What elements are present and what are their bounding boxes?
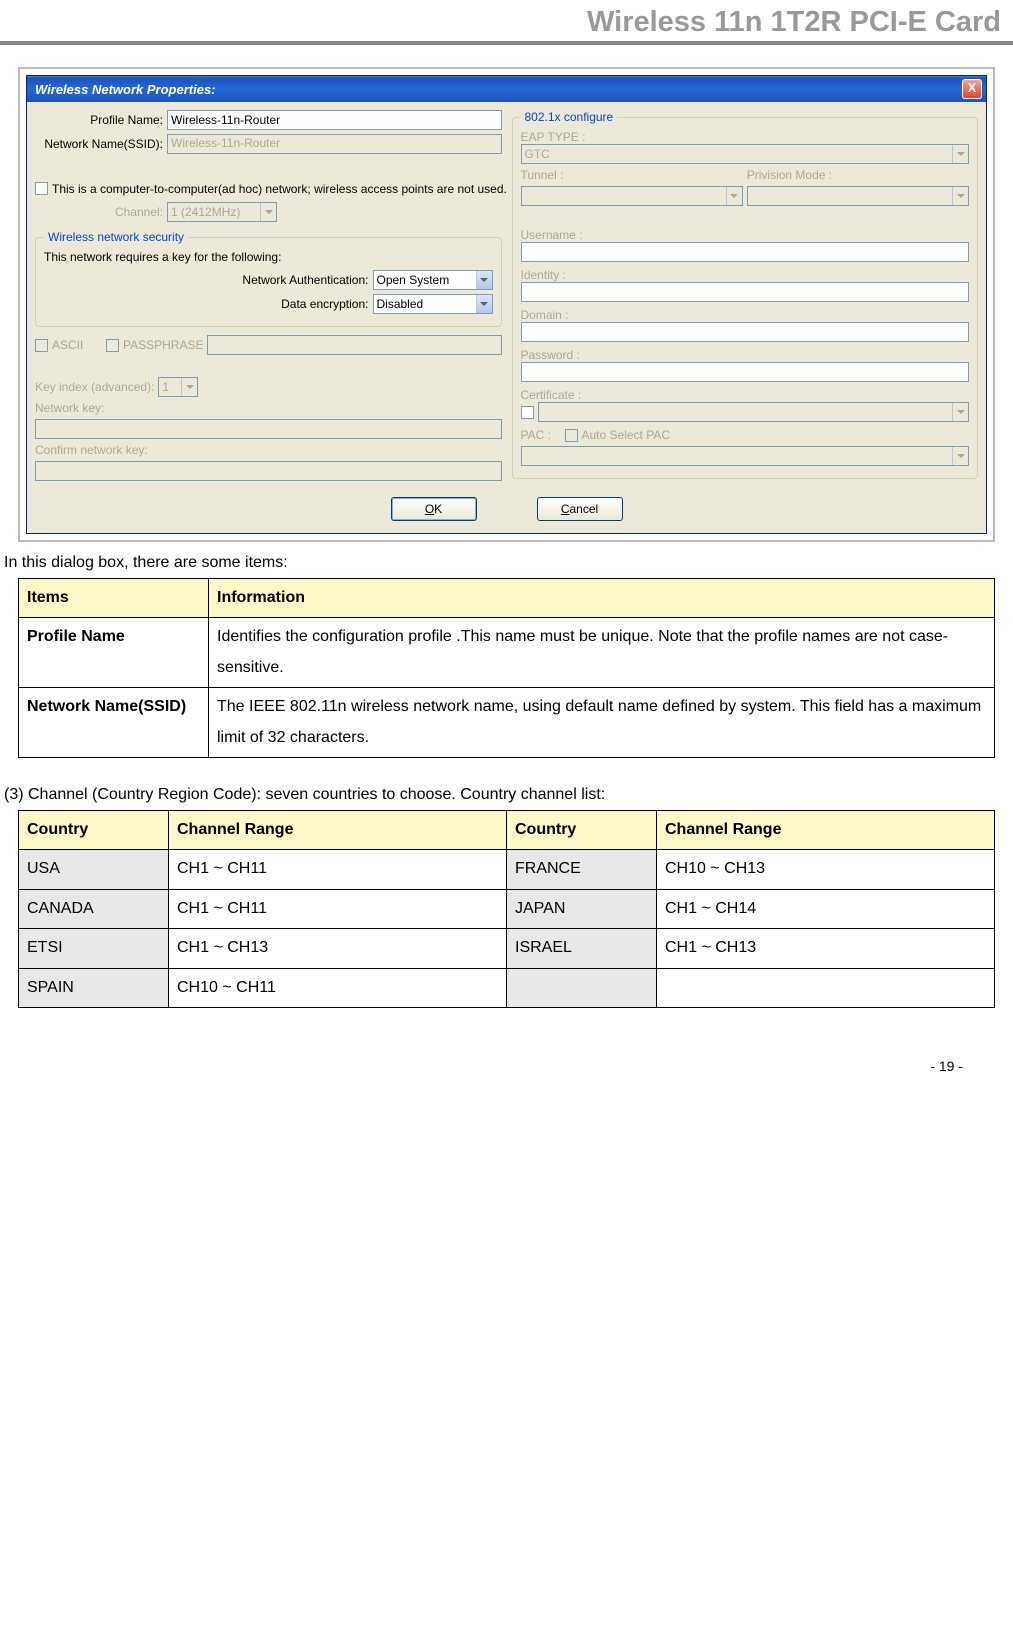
ssid-label: Network Name(SSID): [35,137,163,151]
keyindex-select: 1 [158,377,198,397]
table-row: USA CH1 ~ CH11 FRANCE CH10 ~ CH13 [19,850,995,889]
table-row: Profile Name Identifies the configuratio… [19,618,995,688]
passphrase-checkbox [106,339,119,352]
eap-value: GTC [525,147,550,161]
auth-label: Network Authentication: [44,273,369,287]
chevron-down-icon [952,187,968,205]
chevron-down-icon[interactable] [476,271,492,289]
items-header-1: Items [19,579,209,618]
page-header: Wireless 11n 1T2R PCI-E Card [0,0,1013,45]
security-note: This network requires a key for the foll… [44,250,493,264]
encryption-label: Data encryption: [44,297,369,311]
button-row: OK Cancel [27,489,986,533]
pac-label: PAC : [521,428,561,442]
certificate-select [538,402,970,422]
username-label: Username : [521,228,970,242]
provision-label: Privision Mode : [747,168,969,182]
ok-button[interactable]: OK [391,497,477,521]
section3-text: (3) Channel (Country Region Code): seven… [4,786,1013,804]
item-info: The IEEE 802.11n wireless network name, … [209,688,995,758]
8021x-group: 802.1x configure EAP TYPE : GTC Tunnel :… [512,110,979,479]
adhoc-checkbox[interactable] [35,182,48,195]
page-title: Wireless 11n 1T2R PCI-E Card [0,6,1001,39]
autopac-checkbox [565,429,578,442]
titlebar: Wireless Network Properties: X [27,76,986,102]
chevron-down-icon [260,203,276,221]
table-row: Network Name(SSID) The IEEE 802.11n wire… [19,688,995,758]
profile-name-label: Profile Name: [35,113,163,127]
keyindex-value: 1 [162,380,169,394]
right-pane: 802.1x configure EAP TYPE : GTC Tunnel :… [512,110,979,487]
item-name: Network Name(SSID) [19,688,209,758]
channel-select: 1 (2412MHz) [167,202,277,222]
auth-select[interactable]: Open System [373,270,493,290]
ssid-input: Wireless-11n-Router [167,134,502,154]
screenshot-frame: Wireless Network Properties: X Profile N… [18,67,995,542]
close-icon[interactable]: X [962,79,982,99]
autopac-label: Auto Select PAC [582,428,671,442]
certificate-label: Certificate : [521,388,970,402]
passphrase-input [207,335,501,355]
adhoc-label: This is a computer-to-computer(ad hoc) n… [52,182,507,196]
passphrase-label: PASSPHRASE [123,338,203,352]
tunnel-select [521,186,743,206]
identity-input [521,282,970,302]
username-input [521,242,970,262]
eap-select: GTC [521,144,970,164]
chevron-down-icon [952,447,968,465]
networkkey-label: Network key: [35,401,104,415]
channel-label: Channel: [35,205,163,219]
chevron-down-icon[interactable] [476,295,492,313]
8021x-legend: 802.1x configure [521,110,618,124]
channel-table: Country Channel Range Country Channel Ra… [18,810,995,1008]
confirmkey-label: Confirm network key: [35,443,148,457]
domain-label: Domain : [521,308,970,322]
chevron-down-icon [952,145,968,163]
dialog-title: Wireless Network Properties: [35,82,216,97]
chevron-down-icon [952,403,968,421]
security-legend: Wireless network security [44,230,188,244]
channel-value: 1 (2412MHz) [171,205,240,219]
pac-select [521,446,970,466]
security-group: Wireless network security This network r… [35,230,502,327]
certificate-checkbox [521,406,534,419]
confirmkey-input [35,461,502,481]
items-table: Items Information Profile Name Identifie… [18,578,995,758]
item-info: Identifies the configuration profile .Th… [209,618,995,688]
encryption-select[interactable]: Disabled [373,294,493,314]
wireless-properties-dialog: Wireless Network Properties: X Profile N… [26,75,987,534]
password-input [521,362,970,382]
chevron-down-icon [181,378,197,396]
ascii-checkbox [35,339,48,352]
ch-h3: Country [507,810,657,849]
password-label: Password : [521,348,970,362]
profile-name-input[interactable] [167,110,502,130]
table-row: SPAIN CH10 ~ CH11 [19,968,995,1007]
ch-h1: Country [19,810,169,849]
provision-select [747,186,969,206]
networkkey-input [35,419,502,439]
encryption-value: Disabled [377,297,424,311]
table-row: ETSI CH1 ~ CH13 ISRAEL CH1 ~ CH13 [19,929,995,968]
table-row: CANADA CH1 ~ CH11 JAPAN CH1 ~ CH14 [19,889,995,928]
page-number: - 19 - [0,1008,1013,1074]
auth-value: Open System [377,273,450,287]
items-header-2: Information [209,579,995,618]
intro-text: In this dialog box, there are some items… [4,554,1013,572]
eap-label: EAP TYPE : [521,130,970,144]
keyindex-label: Key index (advanced): [35,380,154,394]
tunnel-label: Tunnel : [521,168,743,182]
ascii-label: ASCII [52,338,102,352]
ch-h4: Channel Range [657,810,995,849]
cancel-button[interactable]: Cancel [537,497,623,521]
chevron-down-icon [726,187,742,205]
item-name: Profile Name [19,618,209,688]
ch-h2: Channel Range [169,810,507,849]
domain-input [521,322,970,342]
left-pane: Profile Name: Network Name(SSID): Wirele… [35,110,502,487]
identity-label: Identity : [521,268,970,282]
